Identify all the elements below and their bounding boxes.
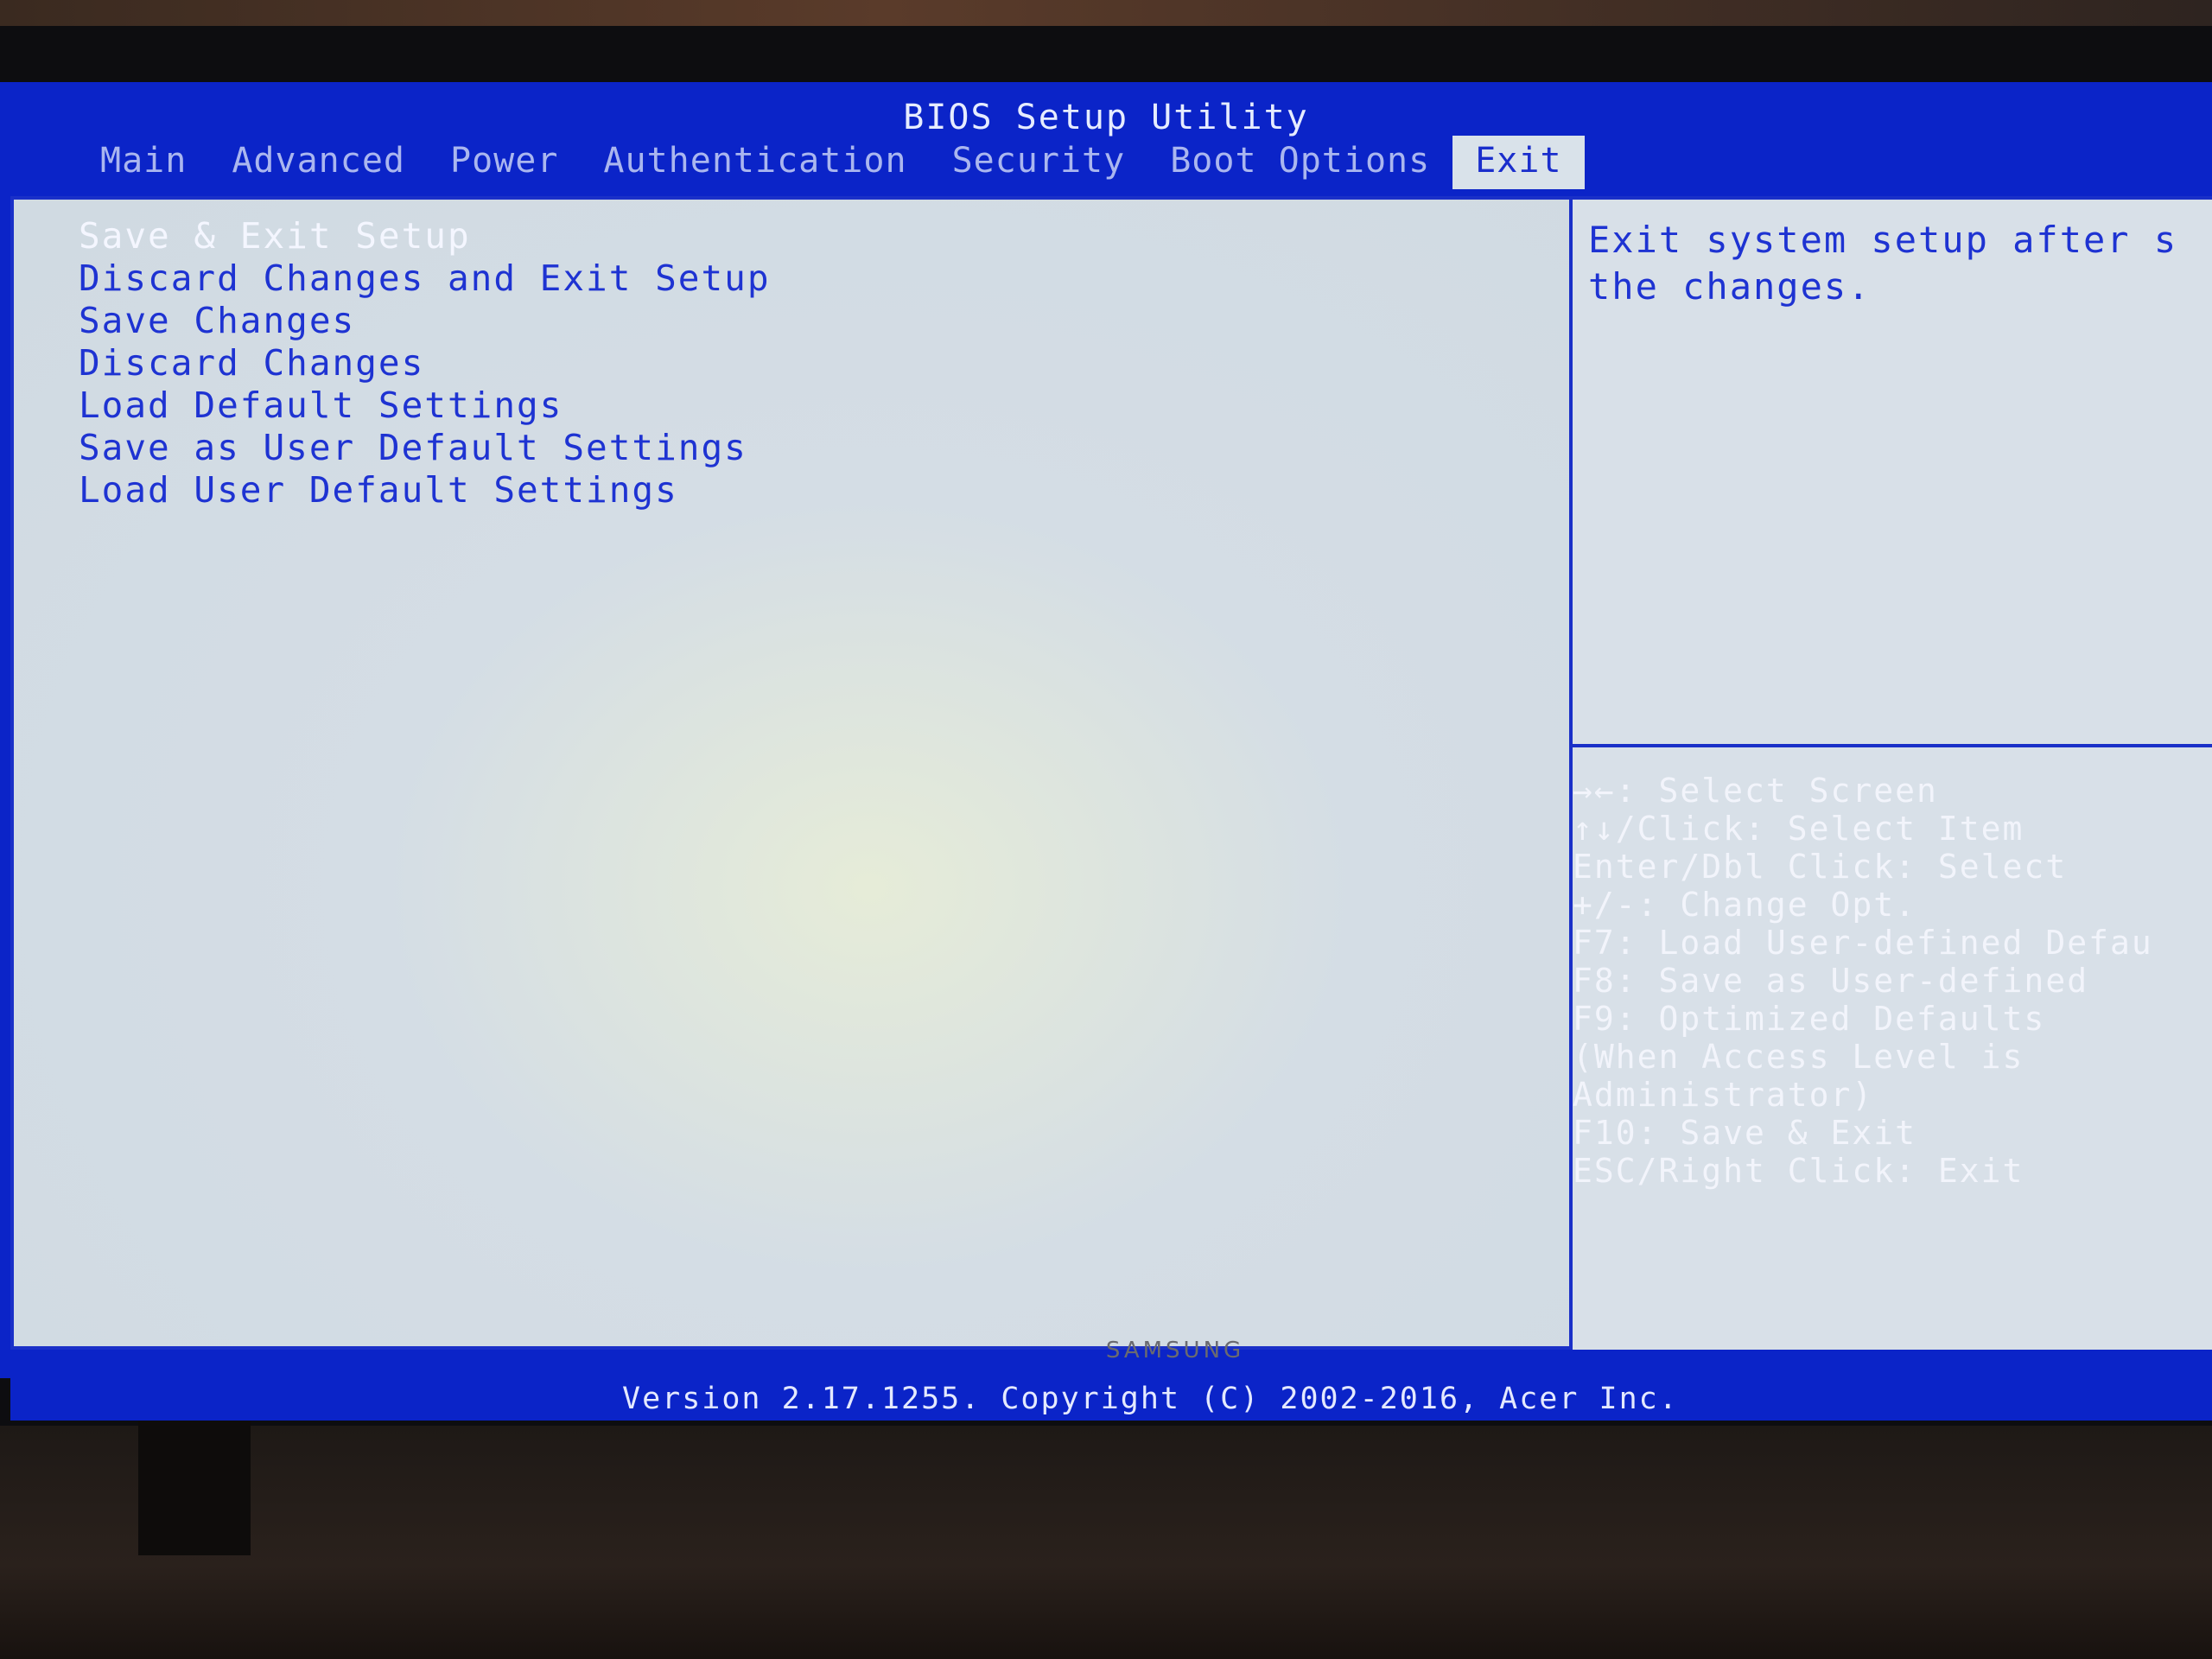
key-legend-line: +/-: Change Opt. [1573, 886, 1917, 924]
monitor-brand-logo: SAMSUNG [1105, 1338, 1245, 1363]
menu-item-discard-changes[interactable]: Discard Changes [79, 342, 771, 385]
menu-item-load-user-default-settings[interactable]: Load User Default Settings [79, 469, 771, 512]
key-legend-line: →←: Select Screen [1573, 772, 1938, 810]
tab-security[interactable]: Security [930, 136, 1148, 189]
tab-advanced[interactable]: Advanced [209, 136, 428, 189]
key-legend-line: F7: Load User-defined Defau [1573, 924, 2153, 962]
tab-authentication[interactable]: Authentication [581, 136, 929, 189]
menu-item-save-user-default-settings[interactable]: Save as User Default Settings [79, 427, 771, 469]
tab-bar: Main Advanced Power Authentication Secur… [78, 136, 1585, 189]
version-footer: Version 2.17.1255. Copyright (C) 2002-20… [615, 1378, 1839, 1420]
key-legend-line: Enter/Dbl Click: Select [1573, 848, 2068, 886]
desk-surface [0, 1426, 2212, 1659]
key-legend-line: Administrator) [1573, 1076, 1874, 1114]
tab-power[interactable]: Power [428, 136, 581, 189]
menu-item-save-changes[interactable]: Save Changes [79, 300, 771, 342]
item-help-description: Exit system setup after s the changes. [1588, 219, 2178, 308]
key-legend-line: (When Access Level is [1573, 1038, 2024, 1076]
content-panel: Save & Exit Setup Discard Changes and Ex… [10, 196, 2212, 1421]
key-legend: →←: Select Screen ↑↓/Click: Select Item … [1573, 772, 2208, 1190]
key-legend-line: ↑↓/Click: Select Item [1573, 810, 2024, 848]
window-title: BIOS Setup Utility [903, 98, 1309, 137]
menu-item-discard-changes-exit-setup[interactable]: Discard Changes and Exit Setup [79, 257, 771, 300]
menu-item-save-exit-setup[interactable]: Save & Exit Setup [79, 215, 771, 257]
key-legend-line: ESC/Right Click: Exit [1573, 1152, 2024, 1190]
tab-exit[interactable]: Exit [1452, 136, 1585, 189]
exit-menu-list: Save & Exit Setup Discard Changes and Ex… [79, 215, 771, 512]
help-divider [1573, 744, 2212, 747]
menu-area: Save & Exit Setup Discard Changes and Ex… [10, 196, 1573, 1350]
bios-screen: BIOS Setup Utility Main Advanced Power A… [0, 82, 2212, 1421]
key-legend-line: F8: Save as User-defined [1573, 962, 2089, 1000]
key-legend-line: F10: Save & Exit [1573, 1114, 1917, 1152]
help-sidebar: Exit system setup after s the changes. →… [1573, 196, 2212, 1350]
tab-main[interactable]: Main [78, 136, 209, 189]
menu-item-load-default-settings[interactable]: Load Default Settings [79, 385, 771, 427]
key-legend-line: F9: Optimized Defaults [1573, 1000, 2046, 1038]
tab-boot-options[interactable]: Boot Options [1147, 136, 1452, 189]
